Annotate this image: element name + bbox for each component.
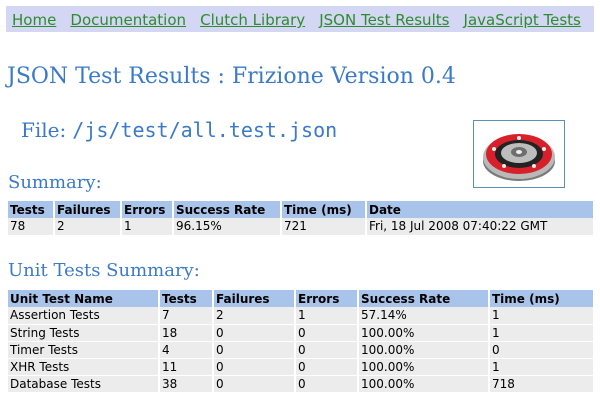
summary-tests: 78 <box>8 218 55 236</box>
unit-errors: 0 <box>295 358 359 376</box>
header-errors: Errors <box>121 201 174 218</box>
unit-time: 718 <box>489 375 595 393</box>
table-row: Database Tests 38 0 0 100.00% 718 <box>8 375 595 393</box>
unit-failures: 2 <box>213 307 296 325</box>
file-path-line: File:/js/test/all.test.json <box>21 118 337 142</box>
summary-errors: 1 <box>121 218 174 236</box>
unit-failures: 0 <box>213 375 296 393</box>
clutch-logo-image <box>473 120 565 188</box>
header-errors: Errors <box>295 290 359 307</box>
summary-title: Summary: <box>8 172 102 193</box>
nav-link-home[interactable]: Home <box>12 11 56 29</box>
header-unit-test-name: Unit Test Name <box>8 290 160 307</box>
unit-test-name: String Tests <box>8 324 160 342</box>
unit-success-rate: 100.00% <box>358 341 490 359</box>
unit-tests: 7 <box>159 307 214 325</box>
unit-errors: 0 <box>295 375 359 393</box>
unit-test-name: Database Tests <box>8 375 160 393</box>
unit-failures: 0 <box>213 324 296 342</box>
header-time: Time (ms) <box>489 290 595 307</box>
nav-link-json-test-results[interactable]: JSON Test Results <box>319 11 449 29</box>
unit-time: 0 <box>489 341 595 359</box>
summary-date: Fri, 18 Jul 2008 07:40:22 GMT <box>366 218 595 236</box>
summary-header-row: Tests Failures Errors Success Rate Time … <box>8 201 595 218</box>
header-failures: Failures <box>213 290 296 307</box>
unit-success-rate: 57.14% <box>358 307 490 325</box>
table-row: XHR Tests 11 0 0 100.00% 1 <box>8 358 595 376</box>
unit-success-rate: 100.00% <box>358 358 490 376</box>
unit-tests: 38 <box>159 375 214 393</box>
clutch-disc-icon <box>483 134 555 181</box>
header-success-rate: Success Rate <box>358 290 490 307</box>
header-failures: Failures <box>54 201 122 218</box>
header-tests: Tests <box>159 290 214 307</box>
summary-success-rate: 96.15% <box>173 218 282 236</box>
unit-test-name: Assertion Tests <box>8 307 160 325</box>
unit-failures: 0 <box>213 341 296 359</box>
unit-success-rate: 100.00% <box>358 375 490 393</box>
unit-errors: 0 <box>295 341 359 359</box>
unit-tests: 11 <box>159 358 214 376</box>
unit-tests: 4 <box>159 341 214 359</box>
table-row: Assertion Tests 7 2 1 57.14% 1 <box>8 307 595 325</box>
unit-errors: 0 <box>295 324 359 342</box>
unit-success-rate: 100.00% <box>358 324 490 342</box>
summary-row: 78 2 1 96.15% 721 Fri, 18 Jul 2008 07:40… <box>8 218 595 236</box>
summary-failures: 2 <box>54 218 122 236</box>
unit-time: 1 <box>489 358 595 376</box>
nav-link-clutch-library[interactable]: Clutch Library <box>200 11 305 29</box>
unit-time: 1 <box>489 324 595 342</box>
unit-tests: 18 <box>159 324 214 342</box>
table-row: Timer Tests 4 0 0 100.00% 0 <box>8 341 595 359</box>
unit-test-name: Timer Tests <box>8 341 160 359</box>
summary-table: Tests Failures Errors Success Rate Time … <box>8 201 595 236</box>
unit-summary-table: Unit Test Name Tests Failures Errors Suc… <box>8 290 595 393</box>
header-success-rate: Success Rate <box>173 201 282 218</box>
unit-summary-title: Unit Tests Summary: <box>8 260 200 281</box>
table-row: String Tests 18 0 0 100.00% 1 <box>8 324 595 342</box>
unit-failures: 0 <box>213 358 296 376</box>
unit-errors: 1 <box>295 307 359 325</box>
unit-header-row: Unit Test Name Tests Failures Errors Suc… <box>8 290 595 307</box>
unit-test-name: XHR Tests <box>8 358 160 376</box>
top-nav-bar: Home Documentation Clutch Library JSON T… <box>6 6 594 32</box>
file-path: /js/test/all.test.json <box>72 118 338 142</box>
header-time: Time (ms) <box>281 201 367 218</box>
header-date: Date <box>366 201 595 218</box>
page-title: JSON Test Results : Frizione Version 0.4 <box>7 64 456 89</box>
header-tests: Tests <box>8 201 55 218</box>
nav-link-documentation[interactable]: Documentation <box>70 11 186 29</box>
file-label: File: <box>21 118 67 142</box>
summary-time: 721 <box>281 218 367 236</box>
nav-link-javascript-tests[interactable]: JavaScript Tests <box>464 11 581 29</box>
unit-time: 1 <box>489 307 595 325</box>
